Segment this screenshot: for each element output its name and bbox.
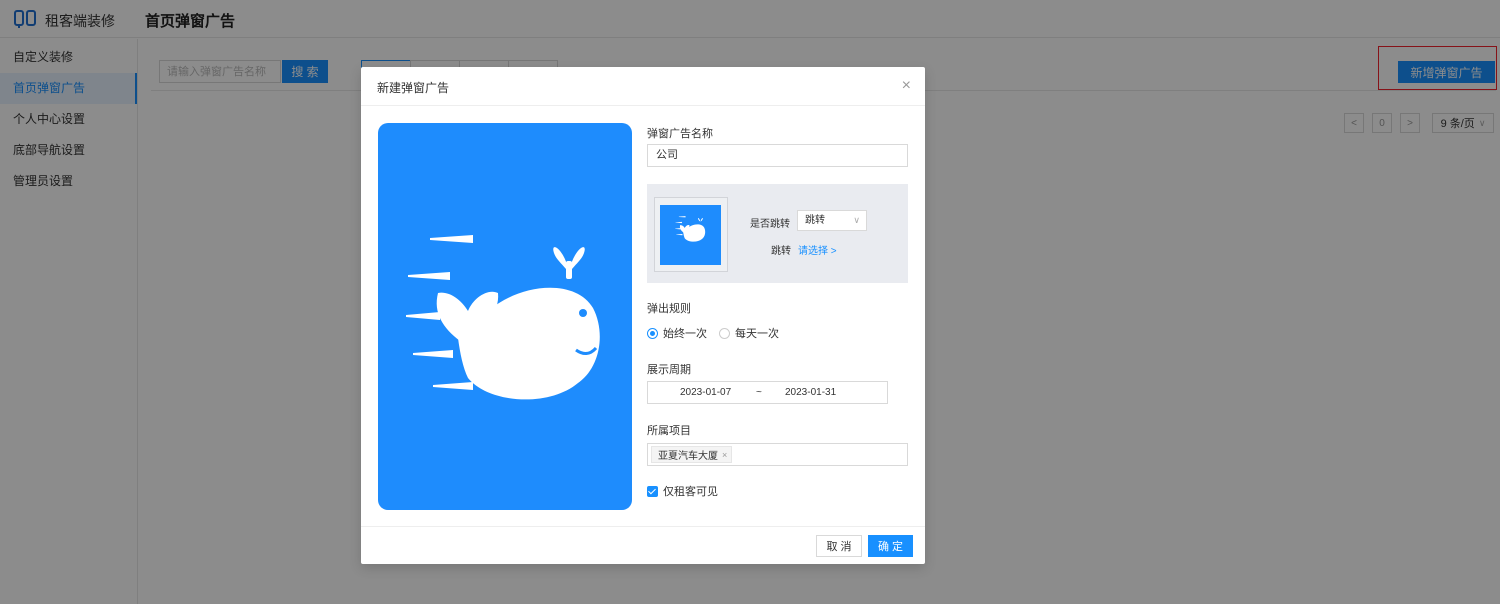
checkbox-checked-icon	[647, 485, 658, 497]
period-range-picker[interactable]: 2023-01-07 ~ 2023-01-31	[647, 381, 888, 404]
project-tag-label: 亚夏汽车大厦	[658, 451, 718, 462]
rule-option-daily-once[interactable]: 每天一次	[719, 325, 779, 341]
rule-label: 弹出规则	[647, 303, 691, 315]
jump-select-value: 跳转	[805, 215, 825, 226]
radio-checked-icon	[647, 327, 658, 339]
project-select[interactable]: 亚夏汽车大厦 ×	[647, 443, 908, 466]
tenant-visible-label: 仅租客可见	[663, 486, 718, 498]
tenant-visible-checkbox[interactable]: 仅租客可见	[647, 483, 718, 499]
rule-radio-group: 始终一次 每天一次	[647, 325, 791, 341]
remove-tag-icon[interactable]: ×	[722, 450, 727, 460]
rule-option-always-once[interactable]: 始终一次	[647, 325, 707, 341]
modal-title: 新建弹窗广告	[377, 81, 450, 95]
jump-settings-box: 是否跳转 跳转 ∨ 跳转 请选择 >	[647, 184, 908, 283]
select-jump-target-link[interactable]: 请选择 >	[798, 242, 837, 257]
confirm-button[interactable]: 确 定	[868, 535, 913, 557]
rule-option-label: 每天一次	[735, 328, 779, 340]
ad-thumbnail[interactable]	[654, 197, 728, 272]
project-tag: 亚夏汽车大厦 ×	[651, 446, 733, 463]
radio-unchecked-icon	[719, 327, 730, 339]
jump-select[interactable]: 跳转 ∨	[797, 210, 867, 231]
project-label: 所属项目	[647, 425, 691, 437]
name-input[interactable]: 公司	[647, 144, 908, 167]
whale-thumbnail-icon	[675, 216, 706, 242]
modal-footer: 取 消 确 定	[361, 526, 925, 564]
chevron-down-icon: ∨	[853, 215, 860, 225]
create-popup-ad-modal: 新建弹窗广告 × 弹窗广告名称 公司 是否跳转 跳转 ∨ 跳转 请选择 > 弹出…	[361, 67, 925, 564]
whale-illustration-icon	[406, 235, 600, 400]
period-separator: ~	[756, 387, 762, 398]
period-label: 展示周期	[647, 364, 691, 376]
ad-image-preview[interactable]	[378, 123, 632, 510]
cancel-button[interactable]: 取 消	[816, 535, 862, 557]
name-label: 弹窗广告名称	[647, 128, 713, 140]
period-start: 2023-01-07	[680, 387, 732, 398]
period-end: 2023-01-31	[785, 387, 837, 398]
close-icon[interactable]: ×	[902, 77, 911, 95]
jump-target-label: 跳转	[771, 246, 791, 257]
modal-header: 新建弹窗广告 ×	[361, 67, 925, 106]
rule-option-label: 始终一次	[663, 328, 707, 340]
jump-toggle-label: 是否跳转	[750, 219, 790, 230]
